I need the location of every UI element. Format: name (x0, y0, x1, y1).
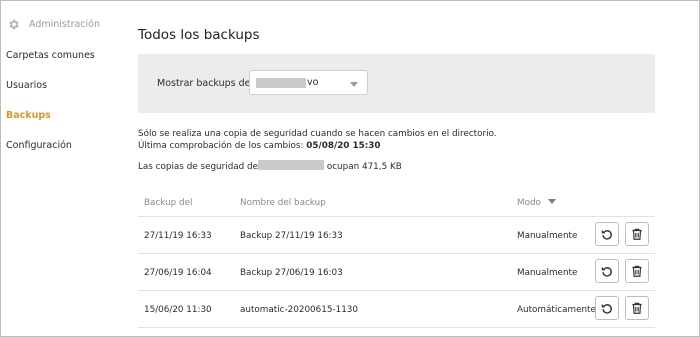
row-mode: Manualmente (517, 231, 578, 241)
restore-button[interactable] (595, 296, 619, 320)
last-check-value: 05/08/20 15:30 (306, 141, 381, 151)
trash-icon (632, 302, 642, 314)
restore-button[interactable] (595, 259, 619, 283)
filter-label: Mostrar backups de (157, 78, 251, 89)
column-header-name[interactable]: Nombre del backup (240, 198, 326, 208)
table-row: 27/06/19 16:04 Backup 27/06/19 16:03 Man… (138, 254, 655, 290)
redacted-text (256, 78, 306, 88)
restore-icon (601, 303, 612, 314)
delete-button[interactable] (625, 259, 649, 283)
info-line-1: Sólo se realiza una copia de seguridad c… (138, 129, 497, 139)
gear-icon (9, 19, 19, 29)
trash-icon (632, 265, 642, 277)
delete-button[interactable] (625, 296, 649, 320)
sort-down-icon[interactable] (548, 199, 556, 204)
trash-icon (632, 228, 642, 240)
row-name: Backup 27/11/19 16:33 (240, 231, 343, 241)
sidebar-header: Administración (7, 16, 100, 32)
row-date: 27/06/19 16:04 (144, 268, 212, 278)
filter-panel: Mostrar backups de vo (138, 54, 655, 113)
storage-suffix: ocupan 471,5 KB (324, 162, 402, 172)
row-date: 15/06/20 11:30 (144, 305, 212, 315)
select-value: vo (307, 77, 319, 88)
info-line-3: Las copias de seguridad de ocupan 471,5 … (138, 160, 402, 172)
restore-button[interactable] (595, 222, 619, 246)
redacted-text (258, 160, 325, 170)
restore-icon (601, 266, 612, 277)
storage-prefix: Las copias de seguridad de (138, 162, 259, 172)
column-header-mode[interactable]: Modo (517, 198, 541, 208)
chevron-down-icon (350, 82, 358, 87)
row-name: Backup 27/06/19 16:03 (240, 268, 343, 278)
row-mode: Automáticamente (517, 305, 596, 315)
row-date: 27/11/19 16:33 (144, 231, 212, 241)
page-title: Todos los backups (138, 27, 260, 43)
delete-button[interactable] (625, 222, 649, 246)
backup-source-select[interactable]: vo (249, 70, 368, 95)
sidebar-item-backups[interactable]: Backups (6, 110, 51, 121)
row-mode: Manualmente (517, 268, 578, 278)
restore-icon (601, 229, 612, 240)
sidebar: Administración Carpetas comunes Usuarios… (1, 1, 117, 336)
sidebar-item-usuarios[interactable]: Usuarios (6, 80, 47, 91)
sidebar-item-carpetas-comunes[interactable]: Carpetas comunes (6, 50, 95, 61)
sidebar-item-configuracion[interactable]: Configuración (6, 140, 72, 151)
sidebar-header-title: Administración (29, 18, 101, 30)
info-line-2: Última comprobación de los cambios: 05/0… (138, 141, 381, 151)
row-name: automatic-20200615-1130 (240, 305, 358, 315)
last-check-label: Última comprobación de los cambios: (138, 141, 307, 151)
divider (138, 327, 655, 328)
table-row: 15/06/20 11:30 automatic-20200615-1130 A… (138, 291, 655, 327)
column-header-date[interactable]: Backup del (144, 198, 192, 208)
table-row: 27/11/19 16:33 Backup 27/11/19 16:33 Man… (138, 217, 655, 253)
